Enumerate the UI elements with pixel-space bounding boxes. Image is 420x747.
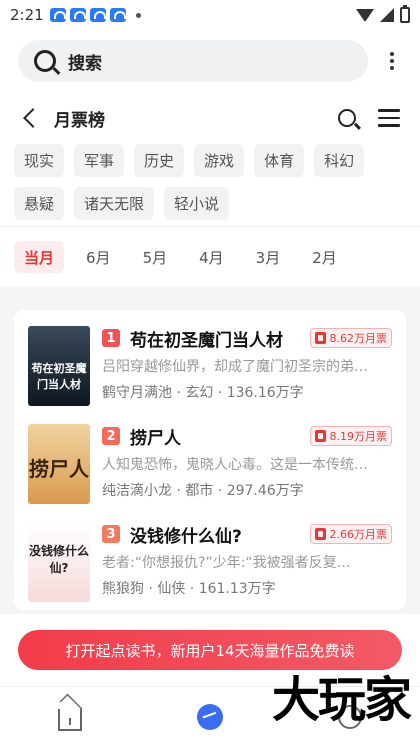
page-title: 月票榜 xyxy=(54,110,105,131)
search-icon xyxy=(34,50,56,72)
notification-icon xyxy=(109,8,126,22)
book-meta: 熊狼狗 · 仙侠 · 161.13万字 xyxy=(102,581,276,597)
book-description: 吕阳穿越修仙界，却成了魔门初圣宗的弟… xyxy=(102,359,368,375)
watermark: 大玩家 xyxy=(271,672,412,728)
genre-chip[interactable]: 现实 xyxy=(14,144,65,177)
home-icon xyxy=(58,709,82,731)
cover-title: 苟在初圣魔门当人材 xyxy=(31,362,87,391)
genre-chip[interactable]: 体育 xyxy=(254,144,305,177)
rank-badge: 3 xyxy=(102,525,120,543)
rank-badge: 2 xyxy=(102,427,120,445)
genre-chip[interactable]: 军事 xyxy=(74,144,125,177)
cover-title: 没钱修什么仙? xyxy=(28,544,89,575)
search-icon[interactable] xyxy=(338,109,356,127)
tab-month[interactable]: 4月 xyxy=(189,241,234,273)
genre-chip[interactable]: 诸天无限 xyxy=(74,187,155,220)
book-description: 人知鬼恐怖，鬼晓人心毒。这是一本传统… xyxy=(102,457,368,473)
book-meta: 鹤守月满池 · 玄幻 · 136.16万字 xyxy=(102,385,304,401)
signal-icon xyxy=(380,8,394,22)
genre-chip[interactable]: 历史 xyxy=(134,144,185,177)
book-meta: 纯洁滴小龙 · 都市 · 297.46万字 xyxy=(102,483,304,499)
ticket-icon xyxy=(314,332,326,344)
battery-icon xyxy=(400,5,410,23)
discover-icon xyxy=(197,704,223,730)
search-input[interactable]: 搜索 xyxy=(18,40,368,82)
back-icon[interactable] xyxy=(23,108,43,128)
notification-icons xyxy=(49,8,141,22)
list-item[interactable]: 捞尸人 2 捞尸人 8.19万月票 人知鬼恐怖，鬼晓人心毒。这是一本传统… 纯洁… xyxy=(28,424,392,522)
book-title[interactable]: 苟在初圣魔门当人材 xyxy=(130,326,283,351)
ticket-badge: 2.66万月票 xyxy=(309,524,392,544)
ticket-count: 2.66万月票 xyxy=(329,528,388,541)
rank-badge: 1 xyxy=(102,329,120,347)
ticket-badge: 8.19万月票 xyxy=(309,426,392,446)
status-time: 2:21 xyxy=(10,6,44,24)
genre-filter: 现实 军事 历史 游戏 体育 科幻 悬疑 诸天无限 轻小说 xyxy=(0,144,420,227)
tab-month[interactable]: 2月 xyxy=(302,241,347,273)
ticket-icon xyxy=(314,430,326,442)
tab-month[interactable]: 6月 xyxy=(76,241,121,273)
ticket-icon xyxy=(314,528,326,540)
search-row: 搜索 xyxy=(0,30,420,92)
cover-title: 捞尸人 xyxy=(29,457,89,481)
page-header: 月票榜 xyxy=(0,92,420,144)
genre-chip[interactable]: 科幻 xyxy=(314,144,365,177)
wifi-icon xyxy=(356,8,374,22)
menu-icon[interactable] xyxy=(378,109,400,127)
genre-chip[interactable]: 悬疑 xyxy=(14,187,65,220)
tab-current-month[interactable]: 当月 xyxy=(14,241,65,273)
more-notifications-icon xyxy=(135,12,141,18)
book-description: 老者:“你想报仇?”少年:“我被强者反复… xyxy=(102,555,351,571)
status-bar: 2:21 xyxy=(0,0,420,30)
notification-icon xyxy=(49,8,66,22)
nav-home[interactable] xyxy=(0,703,140,731)
notification-icon xyxy=(89,8,106,22)
genre-chip[interactable]: 轻小说 xyxy=(164,187,230,220)
list-item[interactable]: 苟在初圣魔门当人材 1 苟在初圣魔门当人材 8.62万月票 吕阳穿越修仙界，却成… xyxy=(28,326,392,424)
book-cover[interactable]: 没钱修什么仙? xyxy=(28,522,90,602)
month-tabs: 当月 6月 5月 4月 3月 2月 xyxy=(0,227,420,287)
genre-chip[interactable]: 游戏 xyxy=(194,144,245,177)
book-title[interactable]: 没钱修什么仙? xyxy=(130,522,242,547)
more-options-icon[interactable] xyxy=(382,52,402,70)
search-placeholder: 搜索 xyxy=(68,53,102,74)
status-indicators xyxy=(356,5,410,23)
book-title[interactable]: 捞尸人 xyxy=(130,424,181,449)
ticket-badge: 8.62万月票 xyxy=(309,328,392,348)
notification-icon xyxy=(69,8,86,22)
list-item[interactable]: 没钱修什么仙? 3 没钱修什么仙? 2.66万月票 老者:“你想报仇?”少年:“… xyxy=(28,522,392,620)
nav-discover[interactable] xyxy=(140,704,280,730)
ticket-count: 8.19万月票 xyxy=(329,430,388,443)
book-cover[interactable]: 捞尸人 xyxy=(28,424,90,504)
book-cover[interactable]: 苟在初圣魔门当人材 xyxy=(28,326,90,406)
ticket-count: 8.62万月票 xyxy=(329,332,388,345)
tab-month[interactable]: 3月 xyxy=(246,241,291,273)
ranking-list: 苟在初圣魔门当人材 1 苟在初圣魔门当人材 8.62万月票 吕阳穿越修仙界，却成… xyxy=(14,310,406,610)
tab-month[interactable]: 5月 xyxy=(133,241,178,273)
